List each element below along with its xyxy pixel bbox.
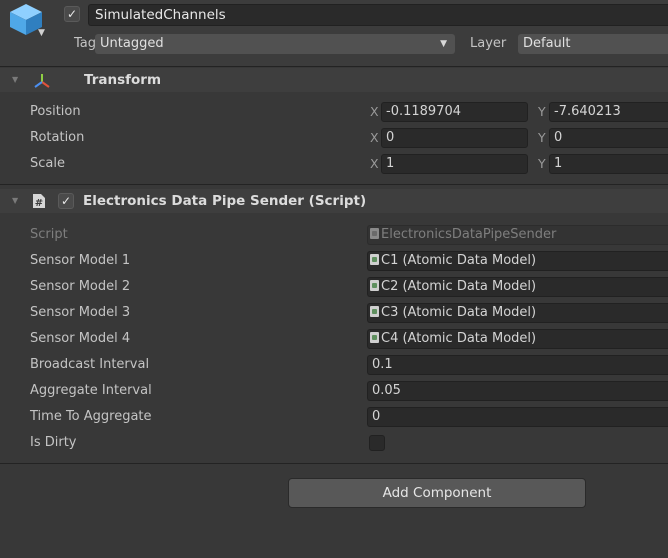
rotation-y-field[interactable]: 0 bbox=[549, 128, 668, 148]
gameobject-name-field[interactable]: SimulatedChannels bbox=[88, 4, 668, 26]
transform-title: Transform bbox=[84, 72, 162, 88]
layer-label: Layer bbox=[470, 36, 507, 51]
add-component-button[interactable]: Add Component bbox=[288, 478, 586, 508]
scriptable-object-icon bbox=[370, 332, 379, 343]
tag-value: Untagged bbox=[100, 36, 164, 51]
chevron-down-icon: ▼ bbox=[440, 39, 447, 49]
divider bbox=[0, 463, 668, 464]
layer-dropdown[interactable]: Default bbox=[518, 34, 668, 54]
svg-text:#: # bbox=[35, 198, 43, 209]
foldout-arrow-icon[interactable]: ▼ bbox=[12, 68, 18, 92]
position-y-field[interactable]: -7.640213 bbox=[549, 102, 668, 122]
script-file-icon: # bbox=[33, 194, 45, 209]
position-y-axis[interactable]: Y bbox=[538, 102, 546, 122]
rotation-x-axis[interactable]: X bbox=[370, 128, 379, 148]
time-to-aggregate-field[interactable]: 0 bbox=[367, 407, 668, 427]
foldout-arrow-icon[interactable]: ▼ bbox=[12, 189, 18, 213]
tag-label: Tag bbox=[74, 36, 97, 51]
sensor-model-1-label: Sensor Model 1 bbox=[30, 253, 131, 268]
divider bbox=[0, 66, 668, 67]
tag-dropdown[interactable]: Untagged ▼ bbox=[95, 34, 455, 54]
scale-label: Scale bbox=[30, 156, 65, 171]
aggregate-interval-field[interactable]: 0.05 bbox=[367, 381, 668, 401]
sensor-model-3-label: Sensor Model 3 bbox=[30, 305, 131, 320]
rotation-label: Rotation bbox=[30, 130, 85, 145]
scale-x-axis[interactable]: X bbox=[370, 154, 379, 174]
sensor-model-1-value: C1 (Atomic Data Model) bbox=[381, 253, 537, 268]
sensor-model-4-field[interactable]: C4 (Atomic Data Model) bbox=[367, 329, 668, 349]
transform-axes-icon bbox=[34, 74, 50, 88]
sensor-model-2-field[interactable]: C2 (Atomic Data Model) bbox=[367, 277, 668, 297]
script-asset-icon bbox=[370, 228, 379, 239]
scale-y-field[interactable]: 1 bbox=[549, 154, 668, 174]
sensor-model-4-value: C4 (Atomic Data Model) bbox=[381, 331, 537, 346]
sensor-model-3-field[interactable]: C3 (Atomic Data Model) bbox=[367, 303, 668, 323]
scriptable-object-icon bbox=[370, 306, 379, 317]
transform-header[interactable]: ▼ Transform bbox=[0, 68, 668, 92]
active-checkbox[interactable]: ✓ bbox=[64, 6, 80, 22]
divider bbox=[0, 184, 668, 185]
script-reference-value: ElectronicsDataPipeSender bbox=[381, 227, 557, 242]
is-dirty-checkbox[interactable] bbox=[369, 435, 385, 451]
sensor-model-4-label: Sensor Model 4 bbox=[30, 331, 131, 346]
scale-y-axis[interactable]: Y bbox=[538, 154, 546, 174]
sensor-model-3-value: C3 (Atomic Data Model) bbox=[381, 305, 537, 320]
rotation-x-field[interactable]: 0 bbox=[381, 128, 528, 148]
script-component-header[interactable]: ▼ # ✓ Electronics Data Pipe Sender (Scri… bbox=[0, 189, 668, 213]
sensor-model-1-field[interactable]: C1 (Atomic Data Model) bbox=[367, 251, 668, 271]
scale-x-field[interactable]: 1 bbox=[381, 154, 528, 174]
script-label: Script bbox=[30, 227, 68, 242]
script-reference-field[interactable]: ElectronicsDataPipeSender bbox=[367, 225, 668, 245]
position-x-field[interactable]: -0.1189704 bbox=[381, 102, 528, 122]
script-enabled-checkbox[interactable]: ✓ bbox=[58, 193, 74, 209]
script-component-title: Electronics Data Pipe Sender (Script) bbox=[83, 193, 367, 209]
scriptable-object-icon bbox=[370, 280, 379, 291]
layer-value: Default bbox=[523, 36, 571, 51]
position-label: Position bbox=[30, 104, 81, 119]
broadcast-interval-field[interactable]: 0.1 bbox=[367, 355, 668, 375]
sensor-model-2-label: Sensor Model 2 bbox=[30, 279, 131, 294]
scriptable-object-icon bbox=[370, 254, 379, 265]
is-dirty-label: Is Dirty bbox=[30, 435, 77, 450]
rotation-y-axis[interactable]: Y bbox=[538, 128, 546, 148]
time-to-aggregate-label: Time To Aggregate bbox=[30, 409, 152, 424]
broadcast-interval-label: Broadcast Interval bbox=[30, 357, 150, 372]
sensor-model-2-value: C2 (Atomic Data Model) bbox=[381, 279, 537, 294]
aggregate-interval-label: Aggregate Interval bbox=[30, 383, 152, 398]
icon-dropdown-icon[interactable]: ▼ bbox=[38, 28, 45, 38]
position-x-axis[interactable]: X bbox=[370, 102, 379, 122]
